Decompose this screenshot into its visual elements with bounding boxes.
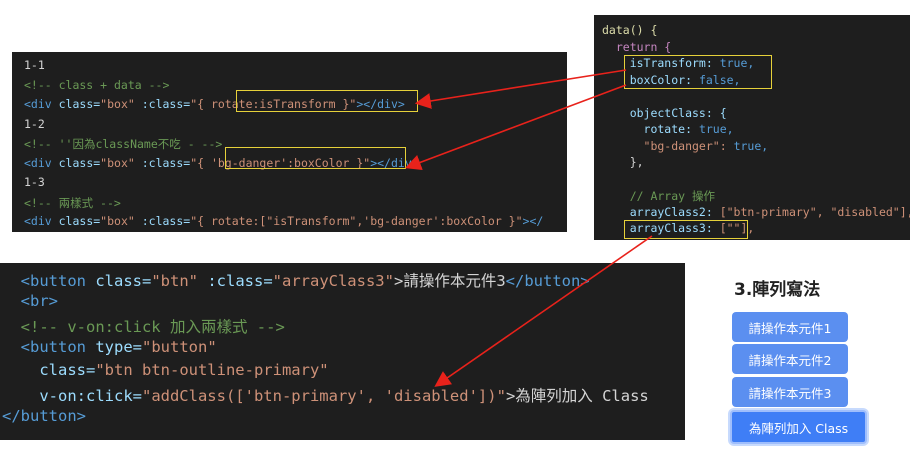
code-line: 1-3 <box>24 175 45 189</box>
code-token: "bg-danger": <box>602 138 734 153</box>
code-line: v-on:click="addClass(['btn-primary', 'di… <box>2 384 649 406</box>
code-token: arrayClass2: <box>602 204 720 219</box>
code-line: <button class="btn" :class="arrayClass3"… <box>2 269 590 291</box>
code-token: >請操作本元件3 <box>393 272 506 290</box>
code-token: ["btn-primary", "disabled"], <box>719 204 910 219</box>
code-line: "bg-danger": true, <box>602 138 769 153</box>
code-token: "btn" <box>151 272 208 290</box>
code-line: arrayClass2: ["btn-primary", "disabled"]… <box>602 205 910 219</box>
code-token: <div <box>24 97 59 111</box>
code-line: class="btn btn-outline-primary" <box>2 361 329 379</box>
code-token: 1-3 <box>24 175 45 189</box>
code-line: // Array 操作 <box>602 188 715 204</box>
code-line: <div class="box" :class="{ rotate:["isTr… <box>24 214 543 228</box>
demo-title: 3.陣列寫法 <box>734 280 821 300</box>
add-class-button[interactable]: 為陣列加入 Class <box>730 410 867 444</box>
code-token: :class= <box>141 155 191 170</box>
code-line: }, <box>602 155 644 169</box>
code-token: class= <box>58 97 101 111</box>
code-token: <!-- class + data --> <box>24 77 170 92</box>
code-token: }, <box>602 155 644 169</box>
code-token: true, <box>698 122 734 136</box>
code-token: <div <box>24 214 59 228</box>
code-line: <button type="button" <box>2 338 217 356</box>
code-line: rotate: true, <box>602 122 734 136</box>
code-token: <button <box>2 338 96 356</box>
code-token: "box" <box>100 155 142 170</box>
code-token: "arrayClass3" <box>272 272 394 290</box>
code-line: objectClass: { <box>602 106 727 120</box>
code-line: return { <box>602 40 671 54</box>
code-token: <!-- v-on:click 加入兩樣式 --> <box>2 318 285 336</box>
code-line: <br> <box>2 292 58 310</box>
code-token: "btn btn-outline-primary" <box>95 361 329 379</box>
code-token: "addClass(['btn-primary', 'disabled'])" <box>141 387 506 405</box>
code-line: <!-- class + data --> <box>24 78 169 92</box>
code-panel-class-binding: 1-1 <!-- class + data --> <div class="box"… <box>12 52 567 232</box>
code-token: <div <box>24 155 59 170</box>
code-token: class= <box>58 214 101 228</box>
code-line: <!-- 兩樣式 --> <box>24 195 121 211</box>
code-token: <br> <box>2 292 58 310</box>
code-token: :class= <box>141 97 191 111</box>
code-line: 1-1 <box>24 58 45 72</box>
code-token: true, <box>733 138 769 153</box>
demo-button-3[interactable]: 請操作本元件3 <box>732 377 848 407</box>
code-token: :class= <box>141 214 191 228</box>
code-panel-button-template: <button class="btn" :class="arrayClass3"… <box>0 263 685 440</box>
code-token: "box" <box>100 97 142 111</box>
code-token: rotate: <box>602 122 699 136</box>
highlight-arrayclass3 <box>624 220 748 239</box>
code-token: "{ rotate:["isTransform",'bg-danger':box… <box>190 214 523 228</box>
code-token: "button" <box>142 338 217 356</box>
code-token: // Array 操作 <box>602 189 716 203</box>
code-token: data() { <box>602 23 658 37</box>
code-token: :class= <box>207 272 273 290</box>
code-token: <!-- 兩樣式 --> <box>24 195 121 210</box>
code-token: >為陣列加入 Class <box>505 387 649 405</box>
code-token: class= <box>95 272 152 290</box>
code-line: </button> <box>2 407 86 425</box>
code-token: </button> <box>2 407 86 425</box>
highlight-rotate-binding <box>236 90 418 112</box>
code-token: 1-1 <box>24 58 45 72</box>
demo-panel: 3.陣列寫法 請操作本元件1 請操作本元件2 請操作本元件3 為陣列加入 Cla… <box>718 270 910 460</box>
code-token: <button <box>2 272 96 290</box>
code-token: return { <box>602 39 672 54</box>
code-line: <!-- ''因為className不吃 - --> <box>24 136 222 152</box>
code-token: 1-2 <box>24 116 45 131</box>
code-token: objectClass: { <box>602 105 727 120</box>
code-token: type= <box>95 338 142 356</box>
code-token: class= <box>2 361 96 379</box>
code-token: </button> <box>505 272 590 290</box>
highlight-data-props <box>624 55 772 89</box>
code-token: v-on:click= <box>2 387 142 405</box>
code-line: data() { <box>602 23 657 37</box>
code-token: <!-- ''因為className不吃 - --> <box>24 137 223 151</box>
code-token: ></ <box>522 214 544 228</box>
code-line: 1-2 <box>24 117 45 131</box>
code-token: "box" <box>100 214 142 228</box>
code-token: class= <box>58 155 101 170</box>
code-line: <!-- v-on:click 加入兩樣式 --> <box>2 315 285 337</box>
demo-button-2[interactable]: 請操作本元件2 <box>732 344 848 374</box>
code-panel-data-function: data() { return { isTransform: true, box… <box>594 15 910 240</box>
demo-button-1[interactable]: 請操作本元件1 <box>732 312 848 342</box>
highlight-bgdanger-binding <box>225 147 406 169</box>
